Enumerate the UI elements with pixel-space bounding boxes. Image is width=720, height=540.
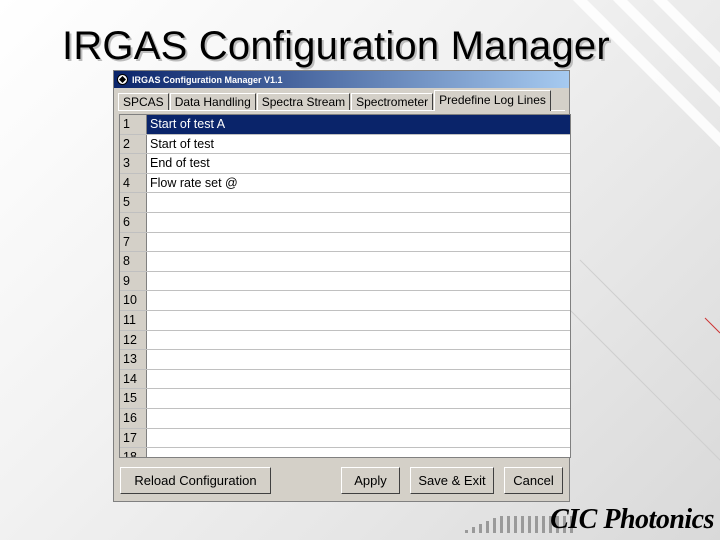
- row-number: 3: [120, 154, 147, 173]
- tab-spcas[interactable]: SPCAS: [118, 93, 169, 110]
- row-text[interactable]: End of test: [147, 154, 570, 173]
- button-bar: Reload Configuration Apply Save & Exit C…: [114, 465, 569, 495]
- apply-button[interactable]: Apply: [341, 467, 400, 494]
- row-text[interactable]: [147, 370, 570, 389]
- row-number: 7: [120, 232, 147, 252]
- row-number: 11: [120, 310, 147, 330]
- table-row[interactable]: 16: [120, 408, 570, 429]
- table-row[interactable]: 17: [120, 428, 570, 449]
- row-number: 4: [120, 173, 147, 193]
- row-text[interactable]: Start of test A: [147, 115, 570, 134]
- table-row[interactable]: 12: [120, 330, 570, 351]
- table-row[interactable]: 2 Start of test: [120, 134, 570, 155]
- table-row[interactable]: 11: [120, 310, 570, 331]
- row-number: 5: [120, 193, 147, 212]
- table-row[interactable]: 13: [120, 350, 570, 370]
- tab-spectrometer[interactable]: Spectrometer: [351, 93, 434, 110]
- tab-bar: SPCAS Data Handling Spectra Stream Spect…: [118, 88, 569, 111]
- table-row[interactable]: 14: [120, 369, 570, 390]
- table-row[interactable]: 6: [120, 212, 570, 233]
- row-text[interactable]: [147, 389, 570, 408]
- table-row[interactable]: 1 Start of test A: [120, 115, 570, 135]
- row-number: 12: [120, 330, 147, 350]
- row-text[interactable]: [147, 448, 570, 457]
- save-exit-button[interactable]: Save & Exit: [410, 467, 494, 494]
- row-text[interactable]: [147, 233, 570, 252]
- row-number: 6: [120, 212, 147, 232]
- table-row[interactable]: 7: [120, 232, 570, 253]
- row-text[interactable]: [147, 429, 570, 448]
- row-text[interactable]: Flow rate set @: [147, 174, 570, 193]
- row-text[interactable]: Start of test: [147, 135, 570, 154]
- row-text[interactable]: [147, 311, 570, 330]
- config-window: IRGAS Configuration Manager V1.1 SPCAS D…: [113, 70, 571, 502]
- table-row[interactable]: 3 End of test: [120, 154, 570, 174]
- table-row[interactable]: 15: [120, 389, 570, 409]
- window-title: IRGAS Configuration Manager V1.1: [132, 74, 283, 85]
- row-number: 14: [120, 369, 147, 389]
- row-number: 9: [120, 271, 147, 291]
- row-number: 10: [120, 291, 147, 310]
- table-row[interactable]: 18: [120, 448, 570, 457]
- log-lines-grid: 1 Start of test A 2 Start of test 3 End of …: [119, 114, 571, 458]
- table-row[interactable]: 9: [120, 271, 570, 292]
- row-number: 16: [120, 408, 147, 428]
- window-titlebar[interactable]: IRGAS Configuration Manager V1.1: [114, 71, 569, 88]
- company-logo: CIC Photonics: [550, 504, 714, 535]
- table-row[interactable]: 10: [120, 291, 570, 311]
- row-text[interactable]: [147, 193, 570, 212]
- row-text[interactable]: [147, 350, 570, 369]
- row-text[interactable]: [147, 272, 570, 291]
- table-row[interactable]: 5: [120, 193, 570, 213]
- row-number: 15: [120, 389, 147, 408]
- row-number: 1: [120, 115, 147, 134]
- row-number: 8: [120, 252, 147, 271]
- row-text[interactable]: [147, 252, 570, 271]
- row-number: 18: [120, 448, 147, 457]
- row-text[interactable]: [147, 331, 570, 350]
- tab-spectra-stream[interactable]: Spectra Stream: [256, 93, 351, 110]
- app-icon: [117, 74, 128, 85]
- tab-panel: 1 Start of test A 2 Start of test 3 End of …: [118, 110, 571, 458]
- cancel-button[interactable]: Cancel: [504, 467, 563, 494]
- row-number: 2: [120, 134, 147, 154]
- reload-configuration-button[interactable]: Reload Configuration: [120, 467, 271, 494]
- row-number: 17: [120, 428, 147, 448]
- row-text[interactable]: [147, 409, 570, 428]
- tab-data-handling[interactable]: Data Handling: [169, 93, 256, 110]
- tab-predefine-log-lines[interactable]: Predefine Log Lines: [434, 90, 551, 111]
- table-row[interactable]: 4 Flow rate set @: [120, 173, 570, 194]
- row-text[interactable]: [147, 213, 570, 232]
- row-number: 13: [120, 350, 147, 369]
- row-text[interactable]: [147, 291, 570, 310]
- slide-title: IRGAS Configuration Manager: [62, 24, 610, 68]
- table-row[interactable]: 8: [120, 252, 570, 272]
